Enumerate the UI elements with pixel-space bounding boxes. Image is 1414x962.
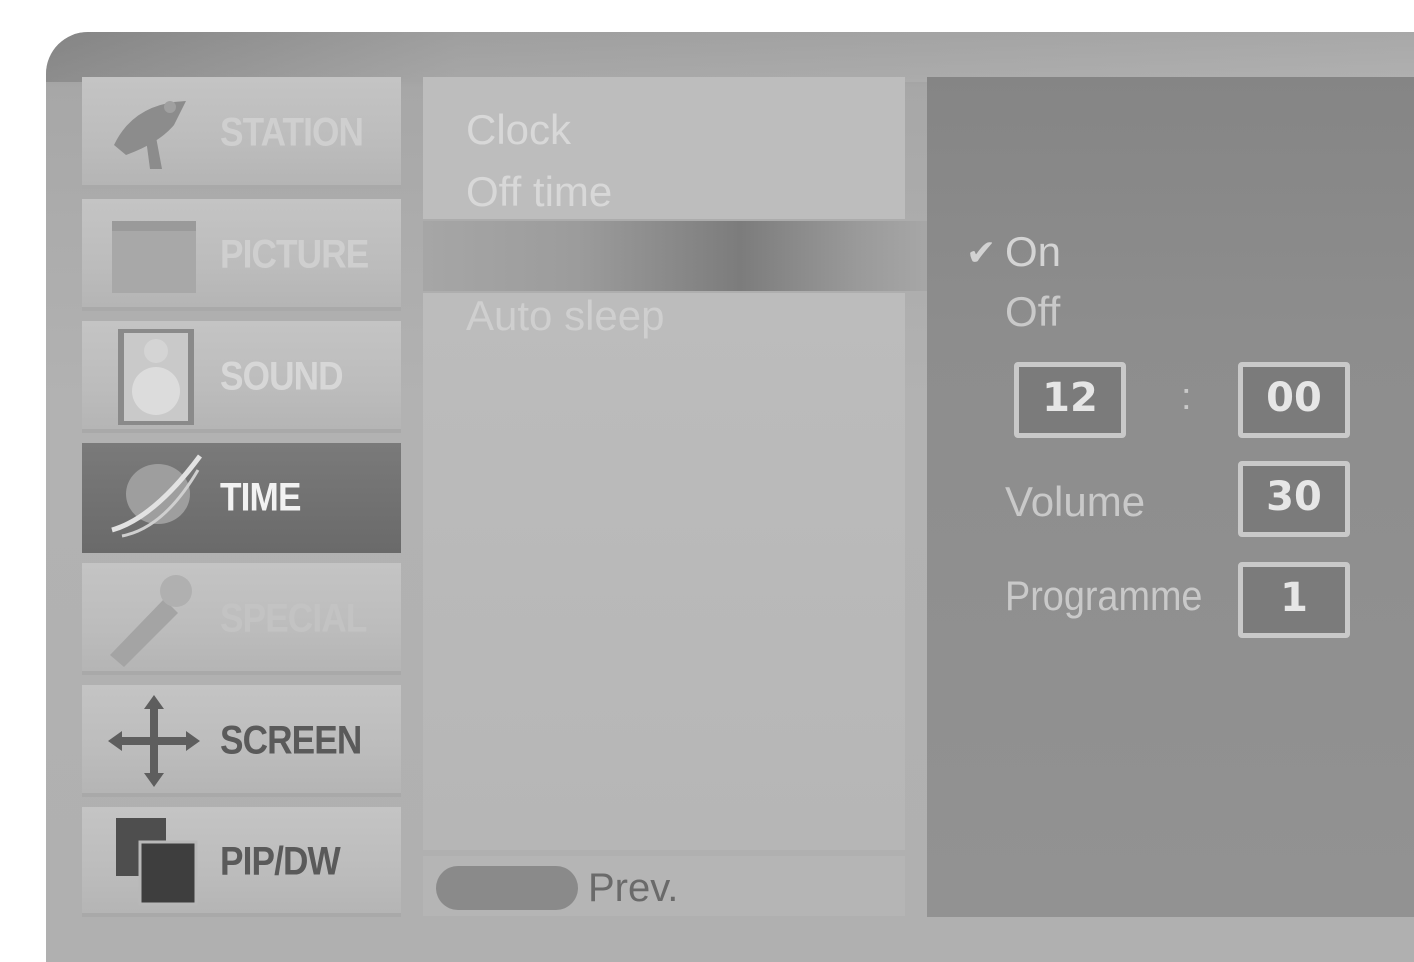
time-separator: :: [1181, 376, 1192, 418]
menu-item-picture[interactable]: PICTURE: [82, 199, 401, 311]
wrench-icon: [110, 575, 192, 667]
submenu-item-clock[interactable]: Clock: [466, 106, 571, 154]
submenu-item-selected[interactable]: [423, 221, 935, 291]
menu-label-sound: SOUND: [220, 354, 344, 399]
volume-field[interactable]: 30: [1238, 461, 1350, 537]
hour-field[interactable]: 12: [1014, 362, 1126, 438]
submenu-list-panel: [423, 293, 905, 850]
menu-label-time: TIME: [220, 475, 301, 520]
menu-item-station[interactable]: STATION: [82, 77, 401, 189]
speaker-icon: [118, 329, 194, 425]
submenu-item-auto-sleep[interactable]: Auto sleep: [466, 292, 664, 340]
menu-item-screen[interactable]: SCREEN: [82, 685, 401, 797]
programme-field[interactable]: 1: [1238, 562, 1350, 638]
prev-button-icon[interactable]: [436, 866, 578, 910]
menu-item-special[interactable]: SPECIAL: [82, 563, 401, 675]
planet-icon: [111, 454, 203, 538]
option-off[interactable]: Off: [1005, 288, 1060, 336]
prev-label: Prev.: [588, 866, 679, 910]
menu-label-pip: PIP/DW: [220, 839, 341, 884]
move-arrows-icon: [108, 695, 200, 787]
pip-windows-icon: [116, 818, 198, 906]
menu-label-station: STATION: [220, 110, 364, 155]
option-on[interactable]: On: [1005, 228, 1061, 276]
satellite-dish-icon: [114, 101, 186, 169]
menu-label-picture: PICTURE: [220, 232, 369, 277]
minute-field[interactable]: 00: [1238, 362, 1350, 438]
menu-label-special: SPECIAL: [220, 596, 367, 641]
menu-item-sound[interactable]: SOUND: [82, 321, 401, 433]
check-icon: ✔: [966, 232, 997, 273]
menu-item-pip[interactable]: PIP/DW: [82, 807, 401, 917]
submenu-item-off-time[interactable]: Off time: [466, 168, 612, 216]
programme-label: Programme: [1005, 572, 1203, 619]
menu-item-time[interactable]: TIME: [82, 443, 401, 553]
menu-label-screen: SCREEN: [220, 718, 362, 763]
picture-icon: [112, 221, 196, 293]
volume-label: Volume: [1005, 478, 1146, 525]
